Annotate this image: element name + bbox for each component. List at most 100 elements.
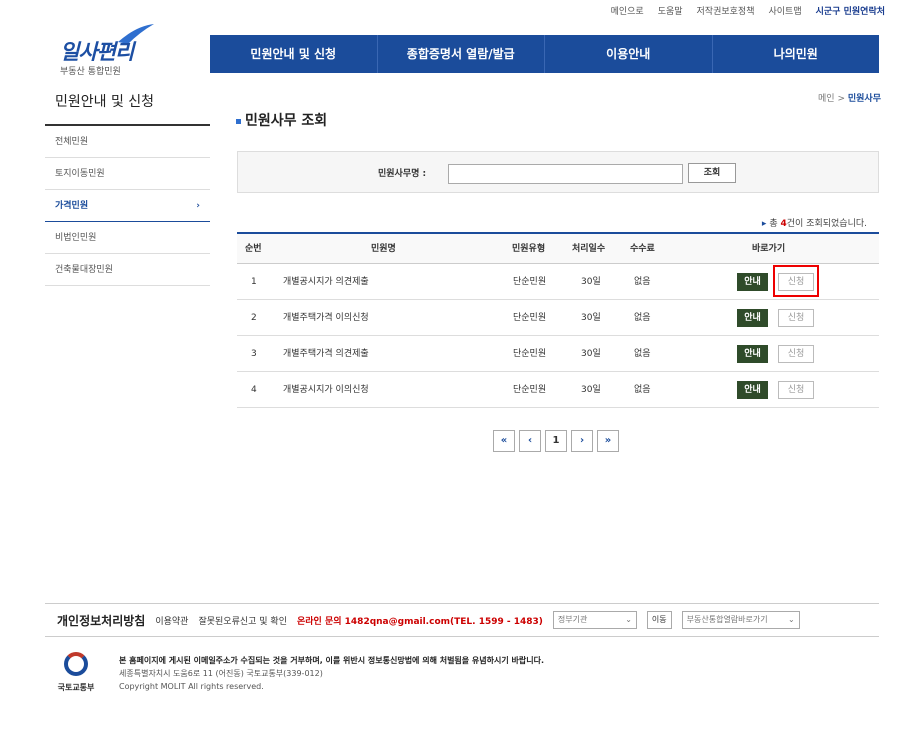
row-no: 4 bbox=[251, 385, 257, 395]
util-link-copyright[interactable]: 저작권보호정책 bbox=[697, 4, 755, 17]
logo-subtitle: 부동산 통합민원 bbox=[60, 67, 121, 77]
search-input[interactable] bbox=[448, 164, 683, 184]
online-inquiry: 온라인 문의 1482qna@gmail.com(TEL. 1599 - 148… bbox=[296, 616, 543, 627]
side-nav-item-land[interactable]: 토지이동민원 bbox=[45, 158, 210, 190]
header-no: 순번 bbox=[245, 244, 262, 254]
util-link-contact[interactable]: 시군구 민원연락처 bbox=[816, 4, 885, 17]
table-row: 3 개별주택가격 의견제출 단순민원 30일 없음 안내 신청 bbox=[237, 336, 879, 372]
header-shortcut: 바로가기 bbox=[752, 244, 786, 254]
side-nav-item-label: 가격민원 bbox=[55, 201, 89, 211]
table-row: 1 개별공시지가 의견제출 단순민원 30일 없음 안내 신청 bbox=[237, 264, 879, 300]
table-header: 순번 민원명 민원유형 처리일수 수수료 바로가기 bbox=[237, 232, 879, 264]
side-nav-title: 민원안내 및 신청 bbox=[45, 92, 210, 126]
apply-button[interactable]: 신청 bbox=[778, 381, 814, 399]
util-link-sitemap[interactable]: 사이트맵 bbox=[769, 4, 802, 17]
page-title-text: 민원사무 조회 bbox=[245, 113, 328, 129]
gov-agency-select[interactable]: 정부기관 ⌄ bbox=[552, 611, 637, 629]
breadcrumb-current: 민원사무 bbox=[847, 94, 881, 104]
row-name: 개별주택가격 이의신청 bbox=[283, 313, 369, 323]
util-link-main[interactable]: 메인으로 bbox=[611, 4, 644, 17]
pagination: « ‹ 1 › » bbox=[493, 430, 619, 452]
header-days: 처리일수 bbox=[572, 244, 606, 254]
side-nav-item-nonjuridical[interactable]: 비법인민원 bbox=[45, 222, 210, 254]
util-link-help[interactable]: 도움말 bbox=[658, 4, 683, 17]
row-days: 30일 bbox=[581, 349, 601, 359]
chevron-down-icon: ⌄ bbox=[787, 615, 795, 624]
row-type: 단순민원 bbox=[513, 349, 547, 359]
page-number-button[interactable]: 1 bbox=[545, 430, 567, 452]
search-panel: 민원사무명 : 조회 bbox=[237, 151, 879, 193]
side-nav-item-all[interactable]: 전체민원 bbox=[45, 126, 210, 158]
breadcrumb-home[interactable]: 메인 bbox=[818, 94, 835, 104]
apply-button[interactable]: 신청 bbox=[778, 309, 814, 327]
side-nav-item-price[interactable]: 가격민원 › bbox=[45, 190, 210, 222]
row-days: 30일 bbox=[581, 277, 601, 287]
logo-text: 일사편리 bbox=[60, 39, 134, 64]
copyright: Copyright MOLIT All rights reserved. bbox=[119, 682, 264, 691]
title-bullet-icon bbox=[236, 118, 241, 124]
address: 세종특별자치시 도움6로 11 (어진동) 국토교통부(339-012) bbox=[119, 669, 323, 678]
gnb-item-guide[interactable]: 이용안내 bbox=[545, 35, 713, 73]
result-count: ▸ 총 4건이 조회되었습니다. bbox=[762, 216, 867, 229]
gnb-item-apply[interactable]: 민원안내 및 신청 bbox=[210, 35, 378, 73]
row-fee: 없음 bbox=[634, 277, 651, 287]
result-prefix: 총 bbox=[769, 219, 781, 229]
guide-button[interactable]: 안내 bbox=[737, 309, 768, 327]
highlight-box bbox=[773, 265, 819, 297]
breadcrumb: 메인 > 민원사무 bbox=[818, 91, 881, 104]
result-suffix: 건이 조회되었습니다. bbox=[786, 219, 867, 229]
footer-info: 본 홈페이지에 게시된 이메일주소가 수집되는 것을 거부하며, 이를 위반시 … bbox=[119, 654, 544, 693]
guide-button[interactable]: 안내 bbox=[737, 273, 768, 291]
search-label: 민원사무명 : bbox=[378, 169, 427, 179]
header-name: 민원명 bbox=[371, 244, 396, 254]
row-name: 개별공시지가 이의신청 bbox=[283, 385, 369, 395]
select-value: 정부기관 bbox=[557, 615, 588, 624]
page-title: 민원사무 조회 bbox=[236, 110, 327, 130]
molit-logo: 국토교통부 bbox=[56, 652, 96, 693]
header-fee: 수수료 bbox=[630, 244, 655, 254]
row-name: 개별공시지가 의견제출 bbox=[283, 277, 369, 287]
table-row: 4 개별공시지가 이의신청 단순민원 30일 없음 안내 신청 bbox=[237, 372, 879, 408]
row-days: 30일 bbox=[581, 385, 601, 395]
shortcut-select[interactable]: 부동산통합열람바로가기 ⌄ bbox=[681, 611, 800, 629]
row-fee: 없음 bbox=[634, 313, 651, 323]
go-button[interactable]: 이동 bbox=[646, 611, 672, 629]
row-no: 3 bbox=[251, 349, 257, 359]
row-name: 개별주택가격 의견제출 bbox=[283, 349, 369, 359]
next-page-button[interactable]: › bbox=[571, 430, 593, 452]
search-button[interactable]: 조회 bbox=[688, 163, 736, 183]
row-type: 단순민원 bbox=[513, 313, 547, 323]
row-type: 단순민원 bbox=[513, 277, 547, 287]
gnb-item-my[interactable]: 나의민원 bbox=[713, 35, 880, 73]
header-type: 민원유형 bbox=[512, 244, 546, 254]
select-value: 부동산통합열람바로가기 bbox=[686, 615, 768, 624]
row-no: 2 bbox=[251, 313, 257, 323]
guide-button[interactable]: 안내 bbox=[737, 345, 768, 363]
first-page-button[interactable]: « bbox=[493, 430, 515, 452]
guide-button[interactable]: 안내 bbox=[737, 381, 768, 399]
civil-affairs-table: 순번 민원명 민원유형 처리일수 수수료 바로가기 1 개별공시지가 의견제출 … bbox=[237, 232, 879, 408]
side-nav-item-building[interactable]: 건축물대장민원 bbox=[45, 254, 210, 286]
molit-name: 국토교통부 bbox=[57, 683, 95, 692]
row-days: 30일 bbox=[581, 313, 601, 323]
chevron-right-icon: › bbox=[196, 201, 200, 211]
row-type: 단순민원 bbox=[513, 385, 547, 395]
terms-link[interactable]: 이용약관 bbox=[155, 614, 188, 627]
site-logo[interactable]: 일사편리 부동산 통합민원 bbox=[56, 22, 166, 78]
apply-button[interactable]: 신청 bbox=[778, 345, 814, 363]
footer-links: 개인정보처리방침 이용약관 잘못된오류신고 및 확인 온라인 문의 1482qn… bbox=[45, 603, 879, 637]
gnb-item-certificate[interactable]: 종합증명서 열람/발급 bbox=[378, 35, 545, 73]
chevron-down-icon: ⌄ bbox=[625, 615, 632, 624]
prev-page-button[interactable]: ‹ bbox=[519, 430, 541, 452]
table-row: 2 개별주택가격 이의신청 단순민원 30일 없음 안내 신청 bbox=[237, 300, 879, 336]
global-nav: 민원안내 및 신청 종합증명서 열람/발급 이용안내 나의민원 bbox=[210, 35, 879, 73]
side-nav: 민원안내 및 신청 전체민원 토지이동민원 가격민원 › 비법인민원 건축물대장… bbox=[45, 92, 210, 286]
last-page-button[interactable]: » bbox=[597, 430, 619, 452]
error-report-link[interactable]: 잘못된오류신고 및 확인 bbox=[198, 614, 287, 627]
privacy-policy-link[interactable]: 개인정보처리방침 bbox=[57, 612, 145, 629]
row-no: 1 bbox=[251, 277, 257, 287]
molit-emblem-icon bbox=[64, 652, 88, 676]
arrow-right-icon: ▸ bbox=[761, 219, 767, 229]
email-notice: 본 홈페이지에 게시된 이메일주소가 수집되는 것을 거부하며, 이를 위반시 … bbox=[119, 656, 545, 665]
row-fee: 없음 bbox=[634, 385, 651, 395]
